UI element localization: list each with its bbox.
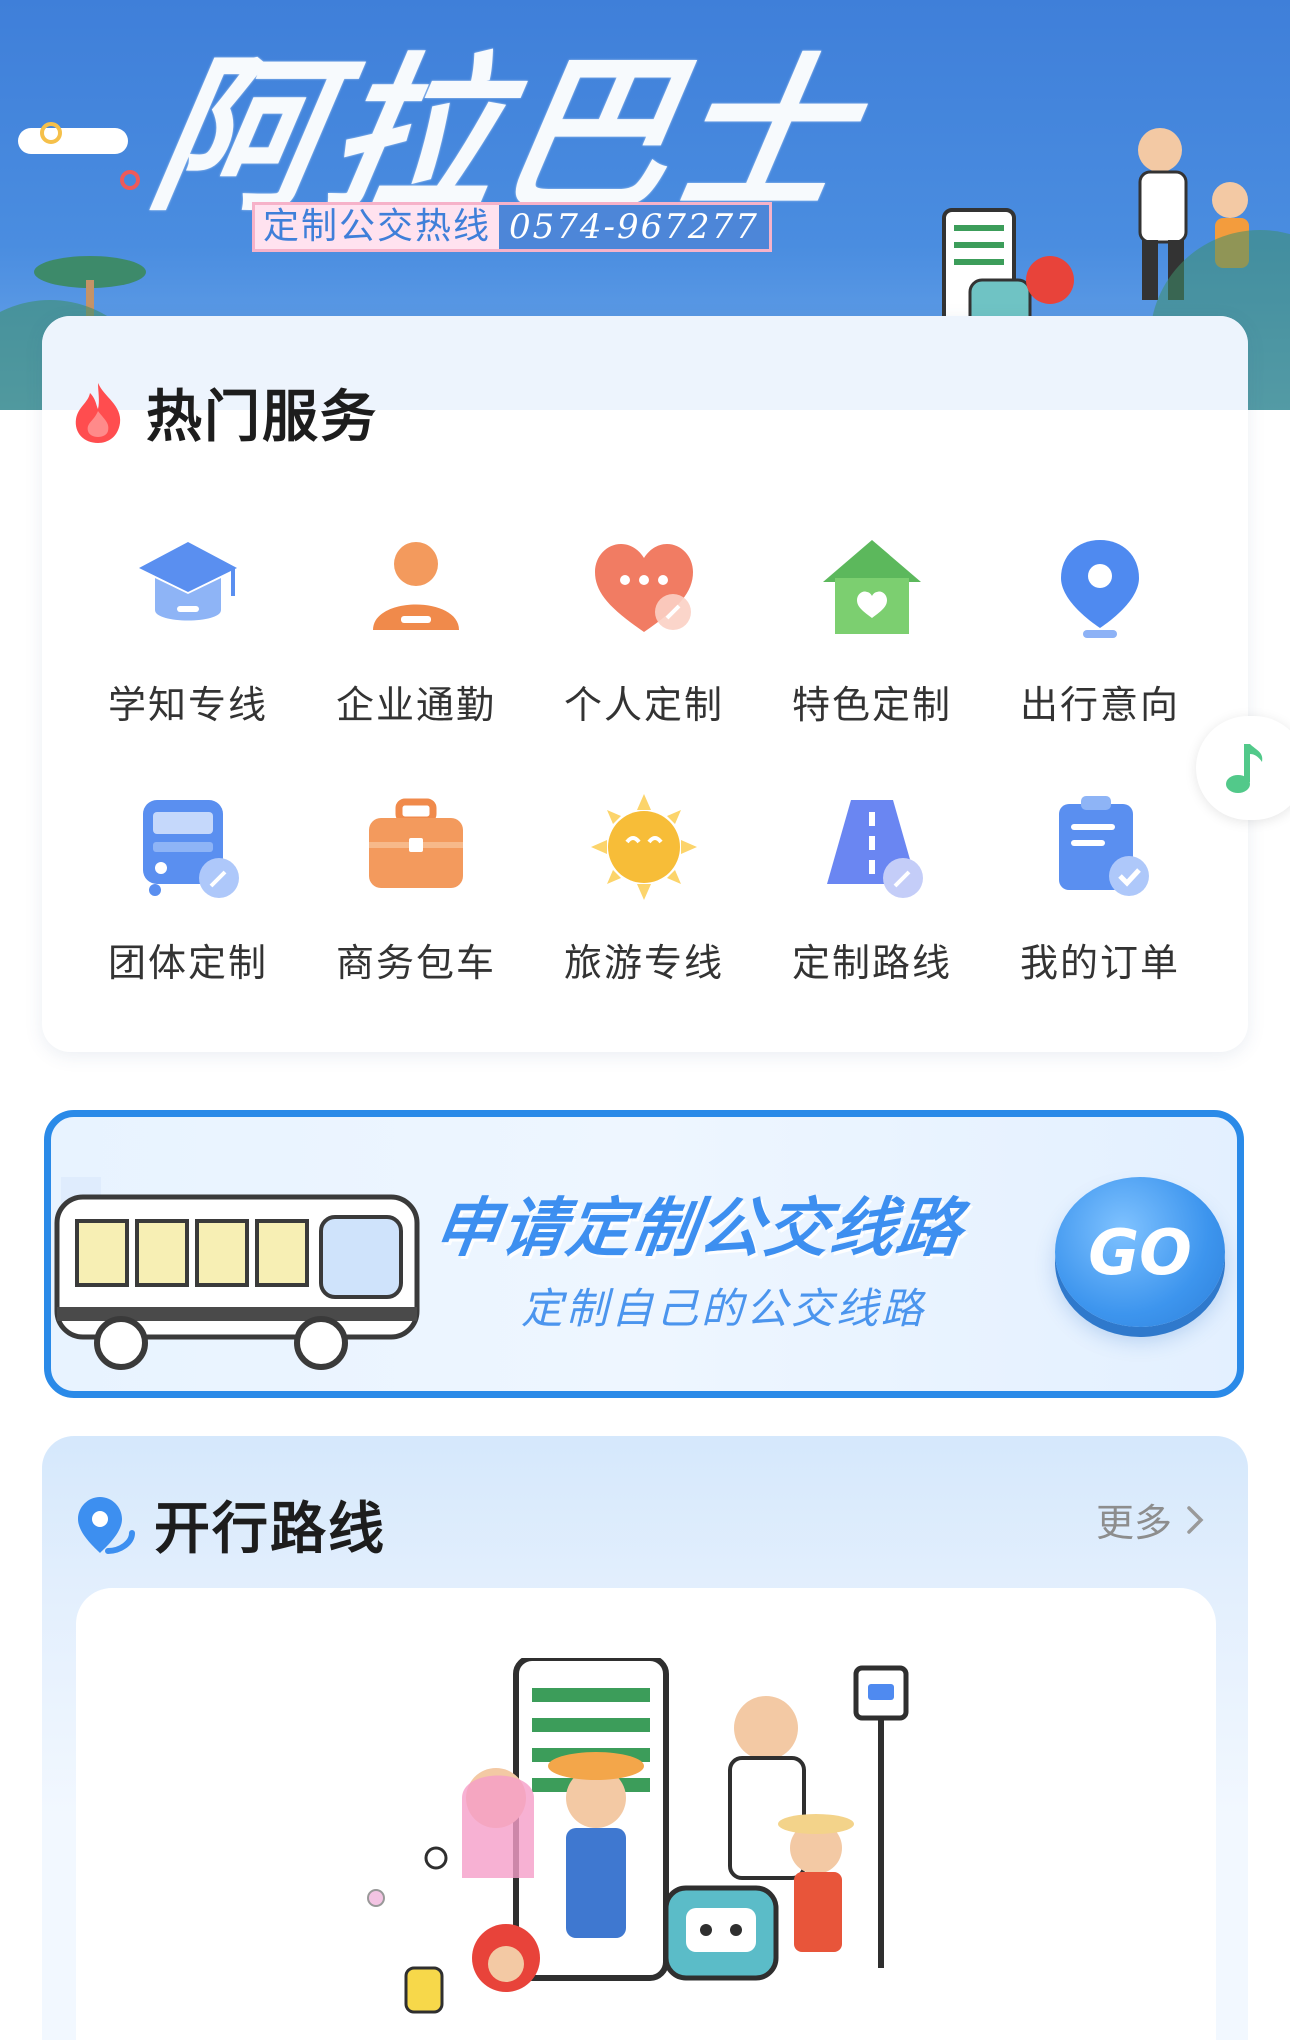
service-label: 企业通勤 [335,683,496,727]
service-item[interactable]: 出行意向 [1000,534,1200,729]
service-item[interactable]: 团体定制 [88,792,288,987]
chevron-right-icon [1187,1505,1204,1534]
service-label: 学知专线 [107,683,268,727]
routes-empty-panel [76,1588,1216,2040]
go-button[interactable]: GO [1055,1177,1225,1327]
service-label: 团体定制 [107,941,268,985]
music-button[interactable] [1196,716,1290,820]
heart-chat-icon [589,534,699,644]
hotline-label: 定制公交热线 [263,206,492,247]
service-item[interactable]: 我的订单 [1000,792,1200,987]
routes-header: 开行路线 [74,1484,386,1565]
service-item[interactable]: 企业通勤 [316,534,516,729]
apply-title: 申请定制公交线路 [429,1192,969,1266]
more-link[interactable]: 更多 [1096,1492,1204,1547]
service-item[interactable]: 个人定制 [544,534,744,729]
house-heart-icon [817,534,927,644]
graduation-cap-icon [133,534,243,644]
section-title: 热门服务 [146,385,378,450]
ring-decoration [120,170,140,190]
service-item[interactable]: 特色定制 [772,534,972,729]
section-title: 开行路线 [154,1497,386,1562]
more-label: 更多 [1096,1501,1173,1545]
bus-edit-icon [133,792,243,902]
person-icon [361,534,471,644]
service-label: 我的订单 [1019,941,1180,985]
flame-icon [75,382,121,443]
music-note-icon [1226,744,1263,793]
bus-illustration [54,1177,420,1370]
hotline-badge[interactable]: 定制公交热线 0574-967277 [252,202,772,252]
location-pin-icon [1045,534,1155,644]
service-label: 定制路线 [791,941,952,985]
service-label: 个人定制 [563,683,724,727]
service-item[interactable]: 旅游专线 [544,792,744,987]
service-label: 商务包车 [335,941,496,985]
service-label: 出行意向 [1019,683,1180,727]
empty-state-illustration [367,1658,909,2014]
service-label: 旅游专线 [563,941,724,985]
briefcase-icon [361,792,471,902]
hotline-number: 0574-967277 [499,205,769,249]
clipboard-check-icon [1045,792,1155,902]
hot-services-header: 热门服务 [70,372,378,453]
service-item[interactable]: 商务包车 [316,792,516,987]
service-item[interactable]: 定制路线 [772,792,972,987]
route-location-icon [78,1496,135,1554]
road-edit-icon [817,792,927,902]
sun-smile-icon [589,792,699,902]
service-label: 特色定制 [791,683,952,727]
apply-subtitle: 定制自己的公交线路 [521,1284,927,1333]
ring-decoration [40,122,62,144]
apply-route-banner[interactable]: 申请定制公交线路 定制自己的公交线路 GO [44,1110,1244,1398]
service-item[interactable]: 学知专线 [88,534,288,729]
cloud-decoration [18,128,128,154]
